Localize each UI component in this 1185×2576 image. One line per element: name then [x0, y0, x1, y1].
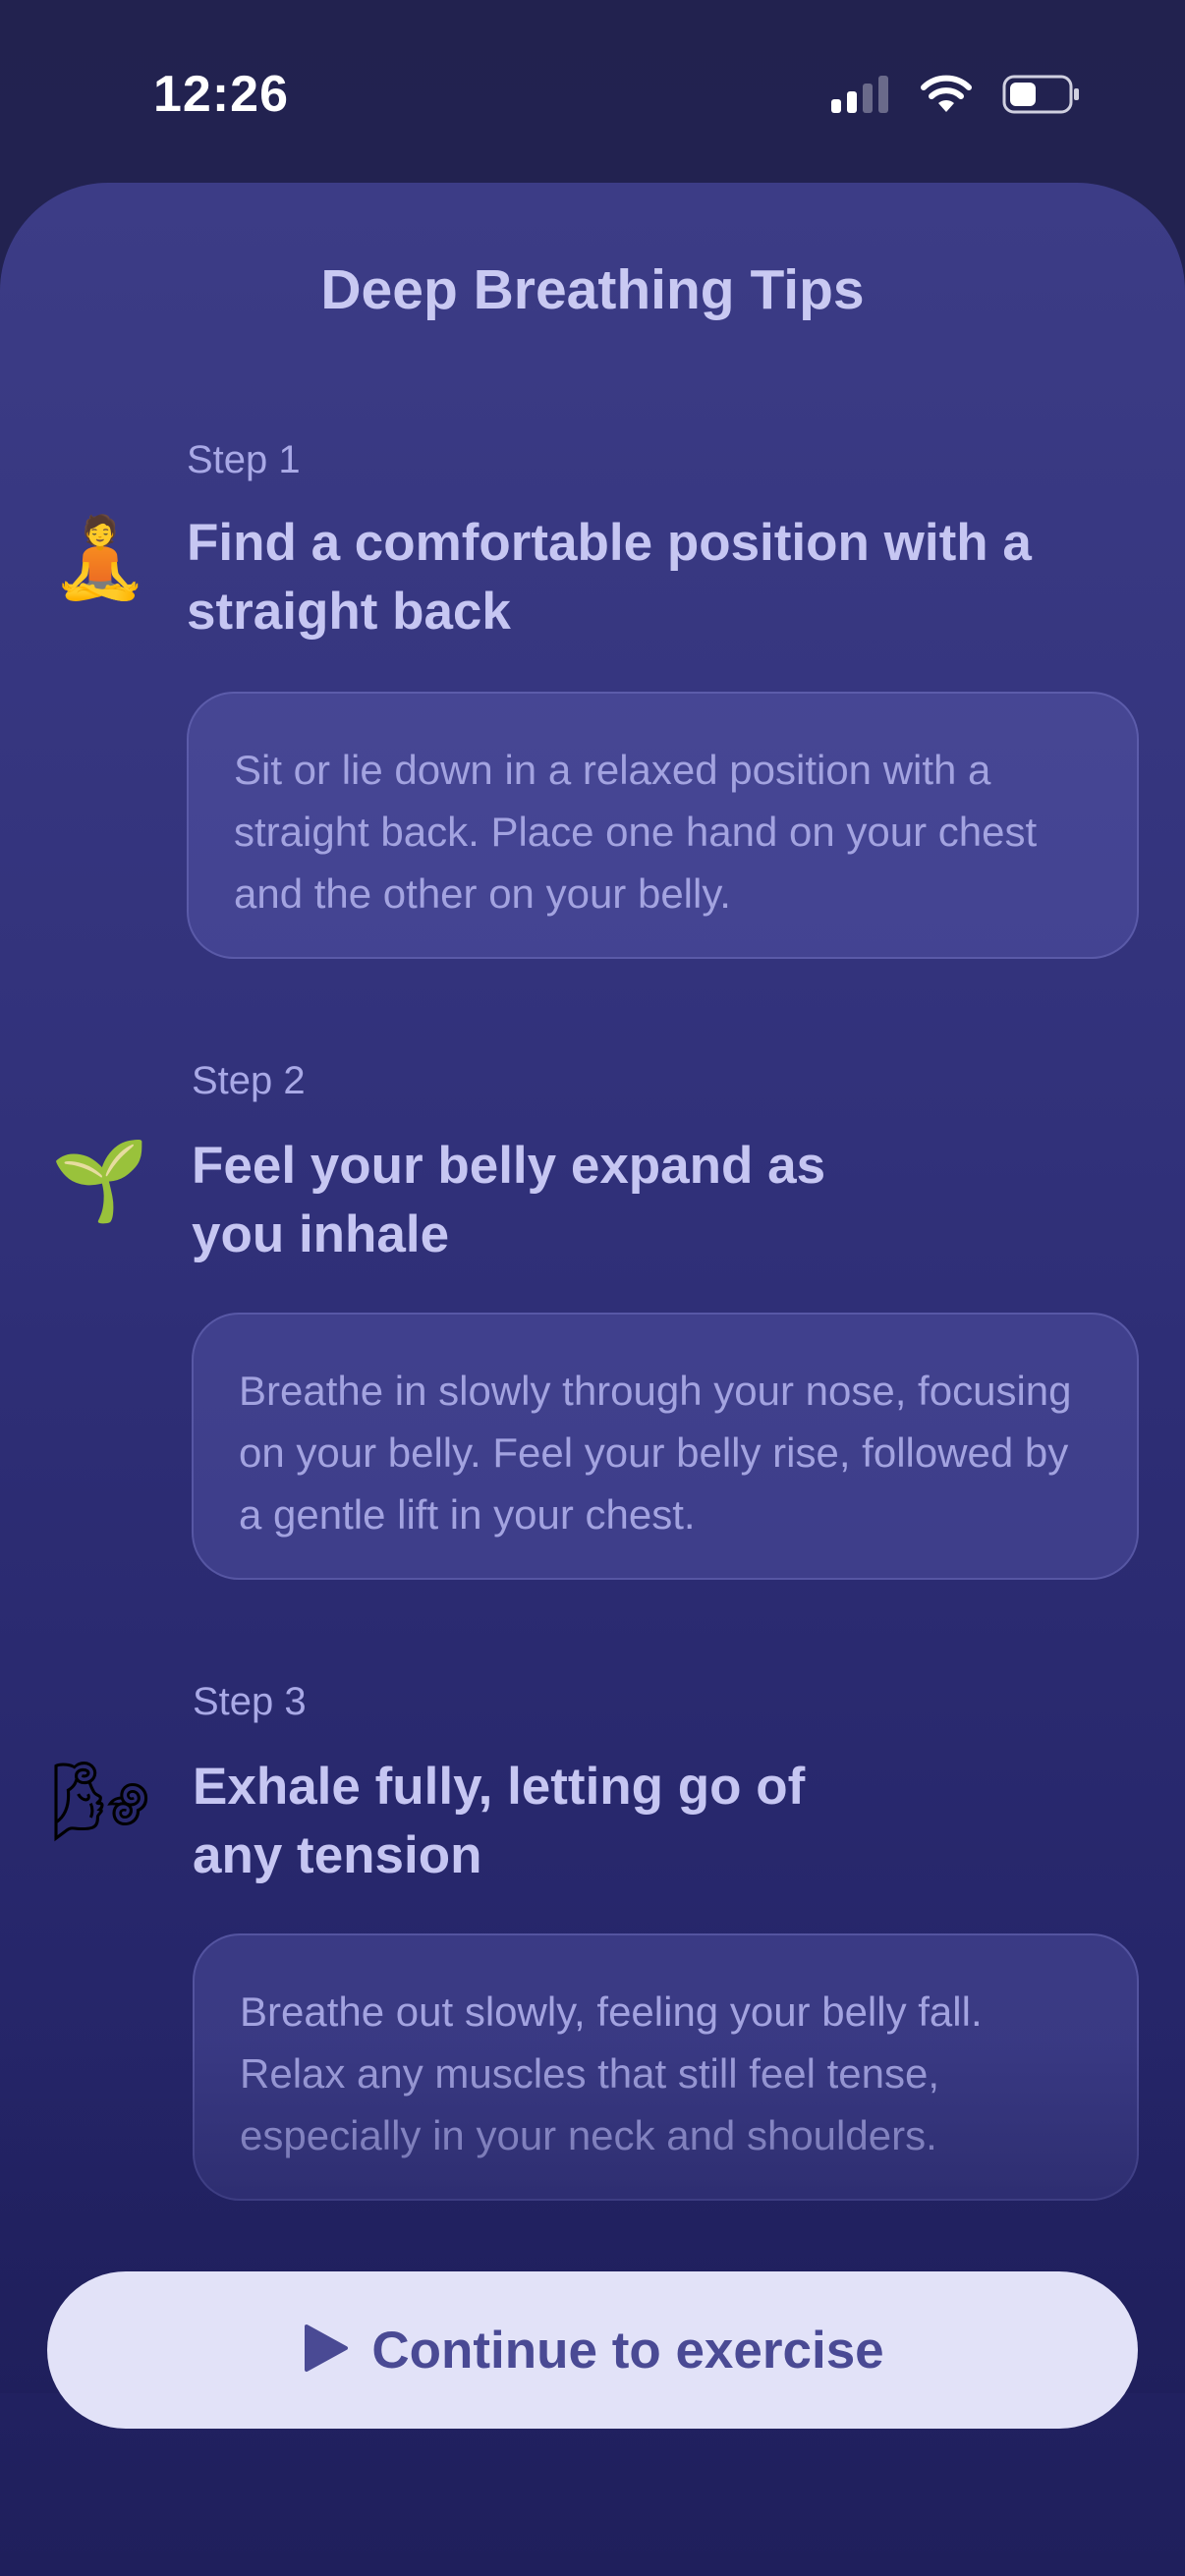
step-label: Step 3: [193, 1680, 307, 1723]
page-title: Deep Breathing Tips: [320, 258, 865, 321]
step-heading: Exhale fully, letting go of any tension: [193, 1758, 806, 1884]
step-heading: Find a comfortable position with a strai…: [187, 514, 1032, 641]
step-label: Step 1: [187, 438, 301, 481]
play-icon: [301, 2324, 350, 2378]
wind-icon: 🌬: [51, 1756, 151, 1847]
battery-icon: [1002, 75, 1081, 119]
status-icons: [829, 75, 1081, 119]
continue-to-exercise-button[interactable]: Continue to exercise: [47, 2271, 1138, 2429]
step-label: Step 2: [192, 1059, 306, 1102]
meditation-icon: 🧘: [51, 512, 149, 603]
status-time: 12:26: [153, 66, 289, 123]
wifi-icon: [920, 75, 973, 119]
screen: 12:26 Deep Breathing Tips 🧘 Step 1 Find …: [0, 0, 1185, 2576]
step-heading: Feel your belly expand as you inhale: [192, 1137, 826, 1263]
status-bar: 12:26: [0, 0, 1185, 187]
seedling-icon: 🌱: [51, 1135, 149, 1226]
cellular-signal-icon: [829, 76, 890, 118]
continue-button-label: Continue to exercise: [371, 2321, 884, 2380]
step-description-card: Breathe in slowly through your nose, foc…: [192, 1313, 1139, 1580]
step-description-card: Sit or lie down in a relaxed position wi…: [187, 692, 1139, 959]
tips-sheet: Deep Breathing Tips 🧘 Step 1 Find a comf…: [0, 183, 1185, 2576]
step-description-card: Breathe out slowly, feeling your belly f…: [193, 1933, 1139, 2201]
